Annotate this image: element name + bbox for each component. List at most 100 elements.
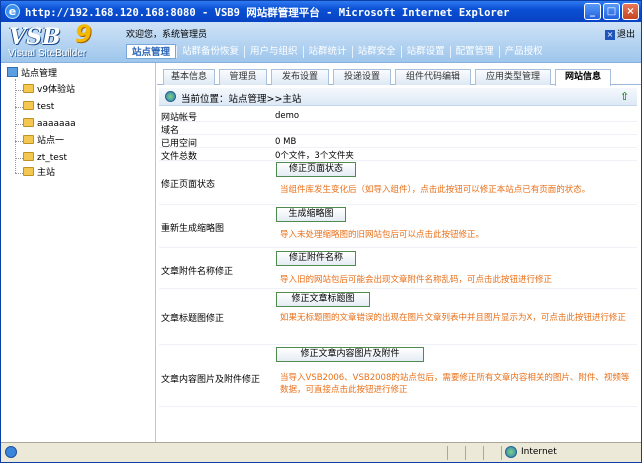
fix-content-images-button[interactable]: 修正文章内容图片及附件: [276, 347, 424, 362]
tab-app-types[interactable]: 应用类型管理: [475, 69, 551, 85]
logo-text: VSB: [9, 24, 61, 50]
tree-item[interactable]: 主站: [23, 166, 55, 180]
welcome-text: 欢迎您，系统管理员: [126, 30, 208, 40]
content-images-label: 文章内容图片及附件修正: [161, 375, 261, 385]
maximize-button[interactable]: □: [603, 3, 620, 20]
title-bar: e http://192.168.120.168:8080 - VSB9 网站群…: [1, 1, 641, 22]
ie-icon: e: [5, 4, 20, 19]
nav-settings[interactable]: 站群设置: [402, 44, 450, 59]
site-tree: 站点管理 v9体验站 test aaaaaaa 站点一 zt_test 主站: [1, 63, 156, 443]
space-value: 0 MB: [275, 137, 297, 147]
action-row-thumbnails: 重新生成缩略图 生成缩略图 导入未处理缩略图的旧网站包后可以点击此按钮修正。: [159, 205, 637, 248]
title-images-label: 文章标题图修正: [161, 314, 225, 324]
nav-users-org[interactable]: 用户与组织: [245, 44, 303, 59]
attachment-names-hint: 导入旧的网站包后可能会出现文章附件名称乱码，可点击此按钮进行修正: [280, 275, 553, 285]
content-images-hint: 当导入VSB2006、VSB2008的站点包后，需要修正所有文章内容相关的图片、…: [280, 373, 630, 395]
folder-icon: [23, 118, 34, 127]
tree-item[interactable]: test: [23, 100, 54, 114]
folder-icon: [23, 84, 34, 93]
action-row-content-images: 文章内容图片及附件修正 修正文章内容图片及附件 当导入VSB2006、VSB20…: [159, 345, 637, 407]
action-row-title-images: 文章标题图修正 修正文章标题图 如果无标题图的文章错误的出现在图片文章列表中并且…: [159, 289, 637, 345]
tab-site-info[interactable]: 网站信息: [555, 69, 611, 86]
tree-branch: [15, 90, 23, 91]
status-bar: Internet: [1, 442, 641, 462]
site-info-panel: 基本信息 管理员 发布设置 投递设置 组件代码编辑 应用类型管理 网站信息 当前…: [157, 63, 641, 443]
nav-site-management[interactable]: 站点管理: [126, 44, 177, 59]
tab-delivery-settings[interactable]: 投递设置: [333, 69, 391, 85]
tree-branch: [15, 158, 23, 159]
vsb-logo: VSB 9 Visual SiteBuilder: [5, 20, 117, 61]
tree-branch: [15, 107, 23, 108]
thumbnails-hint: 导入未处理缩略图的旧网站包后可以点击此按钮修正。: [280, 230, 485, 240]
tree-branch: [15, 141, 23, 142]
page-icon: [5, 446, 17, 458]
status-pane: [465, 446, 483, 460]
fix-title-images-button[interactable]: 修正文章标题图: [276, 292, 370, 307]
status-pane: [483, 446, 501, 460]
nav-license[interactable]: 产品授权: [500, 44, 548, 59]
close-button[interactable]: ×: [622, 3, 639, 20]
internet-zone-icon: [505, 446, 517, 458]
tab-basic-info[interactable]: 基本信息: [163, 69, 215, 85]
files-value: 0个文件，3个文件夹: [275, 151, 354, 161]
tab-publish-settings[interactable]: 发布设置: [271, 69, 329, 85]
title-images-hint: 如果无标题图的文章错误的出现在图片文章列表中并且图片显示为X，可点击此按钮进行修…: [280, 313, 626, 323]
logo-number: 9: [75, 20, 92, 48]
up-arrow-icon[interactable]: ⇧: [620, 91, 631, 103]
logout-link[interactable]: × 退出: [604, 27, 635, 40]
fix-attachment-names-button[interactable]: 修正附件名称: [276, 251, 356, 266]
window-title: http://192.168.120.168:8080 - VSB9 网站群管理…: [25, 7, 510, 19]
generate-thumbnails-button[interactable]: 生成缩略图: [276, 207, 346, 222]
browser-window: e http://192.168.120.168:8080 - VSB9 网站群…: [0, 0, 642, 463]
folder-icon: [23, 101, 34, 110]
folder-icon: [23, 135, 34, 144]
tree-item-label: aaaaaaa: [37, 119, 76, 129]
tree-root-label: 站点管理: [21, 69, 58, 79]
tree-root[interactable]: 站点管理: [7, 67, 57, 81]
tree-branch: [15, 173, 23, 174]
logout-icon: ×: [604, 30, 615, 40]
nav-statistics[interactable]: 站群统计: [304, 44, 352, 59]
breadcrumb: 当前位置：站点管理>>主站: [181, 94, 302, 105]
tree-item[interactable]: zt_test: [23, 151, 67, 165]
fix-page-status-label: 修正页面状态: [161, 180, 216, 190]
app-header: VSB 9 Visual SiteBuilder 欢迎您，系统管理员 × 退出 站…: [1, 20, 641, 62]
logo-subtitle: Visual SiteBuilder: [8, 48, 87, 59]
fix-page-status-hint: 当组件库发生变化后（如导入组件），点击此按钮可以修正本站点已有页面的状态。: [280, 185, 591, 195]
content-area: 站点管理 v9体验站 test aaaaaaa 站点一 zt_test 主站 基…: [1, 62, 641, 443]
info-row-space: 已用空间 0 MB: [159, 135, 637, 149]
tree-item[interactable]: 站点一: [23, 134, 64, 148]
tab-admins[interactable]: 管理员: [219, 69, 267, 85]
account-value: demo: [275, 111, 300, 121]
tree-item[interactable]: aaaaaaa: [23, 117, 76, 131]
tree-item-label: zt_test: [37, 153, 68, 163]
tree-branch: [15, 124, 23, 125]
main-nav: 站点管理 站群备份恢复 用户与组织 站群统计 站群安全 站群设置 配置管理 产品…: [126, 44, 548, 60]
action-row-fix-page-status: 修正页面状态 修正页面状态 当组件库发生变化后（如导入组件），点击此按钮可以修正…: [159, 161, 637, 205]
logout-label: 退出: [616, 30, 635, 40]
tree-item-label: 主站: [37, 168, 56, 178]
tree-item[interactable]: v9体验站: [23, 83, 75, 97]
status-pane: [447, 446, 465, 460]
folder-icon: [23, 167, 34, 176]
fix-page-status-button[interactable]: 修正页面状态: [276, 162, 356, 177]
thumbnails-label: 重新生成缩略图: [161, 224, 225, 234]
nav-backup-restore[interactable]: 站群备份恢复: [177, 44, 244, 59]
attachment-names-label: 文章附件名称修正: [161, 267, 234, 277]
info-row-domain: 域名: [159, 122, 637, 136]
info-row-account: 网站帐号 demo: [159, 109, 637, 123]
tree-item-label: test: [37, 102, 55, 112]
action-row-attachment-names: 文章附件名称修正 修正附件名称 导入旧的网站包后可能会出现文章附件名称乱码，可点…: [159, 248, 637, 289]
globe-icon: [165, 91, 176, 102]
tab-bar: 基本信息 管理员 发布设置 投递设置 组件代码编辑 应用类型管理 网站信息: [157, 69, 641, 86]
tree-item-label: v9体验站: [37, 85, 76, 95]
nav-config[interactable]: 配置管理: [451, 44, 499, 59]
minimize-button[interactable]: _: [584, 3, 601, 20]
nav-security[interactable]: 站群安全: [353, 44, 401, 59]
tree-item-label: 站点一: [37, 136, 65, 146]
tab-component-code[interactable]: 组件代码编辑: [395, 69, 471, 85]
site-management-icon: [7, 67, 18, 77]
security-zone: Internet: [521, 447, 557, 457]
folder-icon: [23, 152, 34, 161]
info-row-files: 文件总数 0个文件，3个文件夹: [159, 148, 637, 162]
